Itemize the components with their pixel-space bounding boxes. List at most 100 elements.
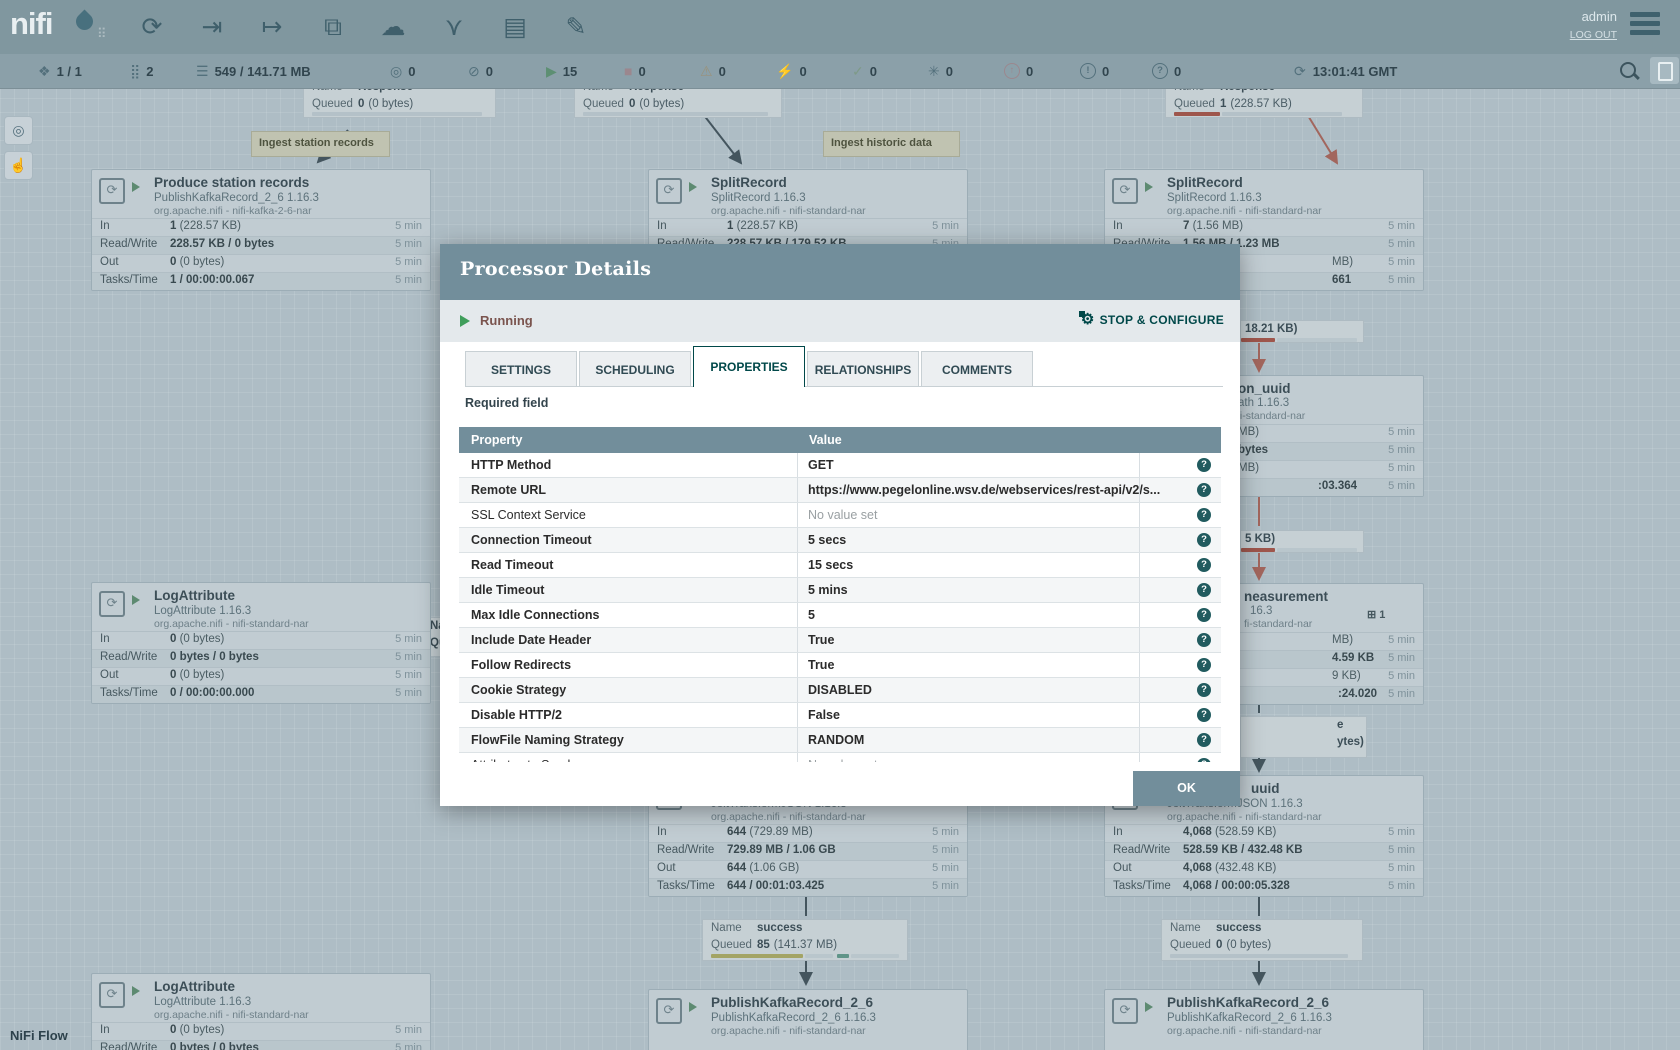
search-icon[interactable] (1620, 62, 1636, 78)
remote-groups-count: 2 (146, 64, 153, 79)
property-row[interactable]: Remote URL?https://www.pegelonline.wsv.d… (459, 478, 1221, 503)
stop-and-configure-button[interactable]: ⚙ STOP & CONFIGURE (1081, 312, 1224, 327)
processor-bundle: org.apache.nifi - nifi-standard-nar (711, 205, 866, 217)
stat-label: Tasks/Time (1113, 880, 1171, 892)
stat-value-fragment: 661 (1332, 274, 1351, 286)
connection-queued-label: Queued (711, 937, 757, 954)
property-row[interactable]: Connection Timeout?5 secs (459, 528, 1221, 553)
stat-value-fragment: 4.59 KB (1332, 652, 1374, 664)
property-value: 5 (797, 603, 1139, 627)
tab-relationships[interactable]: RELATIONSHIPS (807, 351, 919, 387)
dialog-tabs: SETTINGSSCHEDULINGPROPERTIESRELATIONSHIP… (465, 348, 1223, 387)
up-to-date-count: 0 (870, 64, 877, 79)
property-row[interactable]: FlowFile Naming Strategy?RANDOM (459, 728, 1221, 753)
property-row-spacer (1139, 553, 1221, 577)
property-row-spacer (1139, 728, 1221, 752)
stat-value: 0 (0 bytes) (170, 256, 224, 268)
template-icon[interactable]: ▤ (493, 5, 537, 49)
ok-button[interactable]: OK (1133, 771, 1240, 806)
stat-value-fragment: MB) (1238, 426, 1259, 438)
stopped-icon: ■ (624, 63, 632, 79)
status-disabled: ⚡0 (776, 54, 807, 88)
stat-value-fragment: 9 KB) (1332, 670, 1361, 682)
refresh-icon[interactable]: ⟳ (1294, 63, 1306, 80)
processor-stats: In0 (0 bytes)5 minRead/Write0 bytes / 0 … (92, 631, 430, 703)
property-value: GET (797, 453, 1139, 477)
logo-dots-decoration: ⠿ (97, 26, 107, 42)
output-port-icon[interactable]: ↦ (250, 5, 294, 49)
property-row[interactable]: Idle Timeout?5 mins (459, 578, 1221, 603)
input-port-icon[interactable]: ⇥ (190, 5, 234, 49)
logout-link[interactable]: LOG OUT (1570, 29, 1617, 41)
processor-bundle: org.apache.nifi - nifi-standard-nar (1167, 1025, 1322, 1037)
property-row[interactable]: SSL Context Service?No value set (459, 503, 1221, 528)
property-name: Connection Timeout (459, 528, 797, 552)
processor-running-icon (1145, 182, 1153, 192)
operate-palette-button[interactable]: ☝ (4, 151, 33, 180)
property-row[interactable]: Read Timeout?15 secs (459, 553, 1221, 578)
property-row-spacer (1139, 528, 1221, 552)
processor-publish-kafka-mid[interactable]: ⟳PublishKafkaRecord_2_6PublishKafkaRecor… (648, 989, 968, 1050)
queue-frag-bytes[interactable]: eytes) (1240, 716, 1367, 758)
connection-label-success-mid[interactable]: NamesuccessQueued85(141.37 MB) (702, 919, 908, 961)
property-row[interactable]: Follow Redirects?True (459, 653, 1221, 678)
property-row[interactable]: Max Idle Connections?5 (459, 603, 1221, 628)
breadcrumb[interactable]: NiFi Flow (10, 1028, 68, 1043)
property-row[interactable]: Include Date Header?True (459, 628, 1221, 653)
connection-label-success-right[interactable]: NamesuccessQueued0(0 bytes) (1161, 919, 1363, 961)
stat-value: 0 / 00:00:00.000 (170, 687, 254, 699)
property-row[interactable]: Attributes to Send?No value set (459, 753, 1221, 762)
status-transmitting: ◎0 (390, 54, 415, 88)
processor-running-icon (689, 182, 697, 192)
processor-log-attribute-2[interactable]: ⟳LogAttributeLogAttribute 1.16.3org.apac… (91, 973, 431, 1050)
remote-process-group-icon[interactable]: ☁ (371, 5, 415, 49)
processor-ptype-fragment: ath 1.16.3 (1238, 397, 1289, 409)
processor-stat-row: Tasks/Time0 / 00:00:00.0005 min (92, 685, 430, 703)
property-value: True (797, 628, 1139, 652)
queue-frag-18-21[interactable]: 18.21 KB) (1240, 320, 1364, 343)
processor-stat-row: In0 (0 bytes)5 min (92, 1022, 430, 1040)
connection-queued-count: 85 (757, 939, 770, 951)
property-row-spacer (1139, 703, 1221, 727)
processor-title-fragment: uuid (1251, 781, 1280, 796)
stat-timeframe: 5 min (1388, 844, 1415, 856)
stat-value: 0 (0 bytes) (170, 669, 224, 681)
locally-modified-count: 0 (946, 64, 953, 79)
label-ingest-historic-data[interactable]: Ingest historic data (823, 131, 960, 157)
queue-indicator-bar (1222, 112, 1342, 116)
status-locally-modified: ✳0 (928, 54, 953, 88)
tab-properties[interactable]: PROPERTIES (693, 346, 805, 387)
property-name: Attributes to Send (459, 753, 797, 762)
status-not-transmitting: ⊘0 (468, 54, 493, 88)
queue-frag-5kb[interactable]: 5 KB) (1240, 530, 1364, 553)
property-row[interactable]: Disable HTTP/2?False (459, 703, 1221, 728)
status-running: ▶15 (546, 54, 577, 88)
property-column-header: Property (471, 427, 522, 453)
navigate-palette-button[interactable]: ◎ (4, 116, 33, 145)
processor-type: LogAttribute 1.16.3 (154, 605, 251, 617)
label-icon[interactable]: ✎ (554, 5, 598, 49)
connection-queued-size: (0 bytes) (639, 98, 684, 110)
property-row[interactable]: HTTP Method?GET (459, 453, 1221, 478)
connection-queued-size: (0 bytes) (368, 98, 413, 110)
stat-timeframe: 5 min (1388, 274, 1415, 286)
global-menu-icon[interactable] (1630, 12, 1660, 39)
tab-settings[interactable]: SETTINGS (465, 351, 577, 387)
funnel-icon[interactable]: ⋎ (432, 5, 476, 49)
stat-value: 528.59 KB / 432.48 KB (1183, 844, 1303, 856)
side-panel-button[interactable] (1650, 57, 1679, 84)
processor-log-attribute-1[interactable]: ⟳LogAttributeLogAttribute 1.16.3org.apac… (91, 582, 431, 704)
processor-stat-row: In4,068 (528.59 KB)5 min (1105, 824, 1423, 842)
processor-split-record-1[interactable]: ⟳SplitRecordSplitRecord 1.16.3org.apache… (648, 169, 968, 255)
process-group-icon[interactable]: ⧉ (311, 5, 355, 49)
processor-produce-station-records[interactable]: ⟳Produce station recordsPublishKafkaReco… (91, 169, 431, 291)
property-value: No value set (797, 503, 1139, 527)
label-ingest-station-records[interactable]: Ingest station records (251, 131, 390, 157)
tab-comments[interactable]: COMMENTS (921, 351, 1033, 387)
processor-icon[interactable]: ⟳ (130, 5, 174, 49)
tab-scheduling[interactable]: SCHEDULING (579, 351, 691, 387)
processor-publish-kafka-right[interactable]: ⟳PublishKafkaRecord_2_6PublishKafkaRecor… (1104, 989, 1424, 1050)
property-name: Idle Timeout (459, 578, 797, 602)
stat-label: Read/Write (1113, 844, 1170, 856)
property-row[interactable]: Cookie Strategy?DISABLED (459, 678, 1221, 703)
